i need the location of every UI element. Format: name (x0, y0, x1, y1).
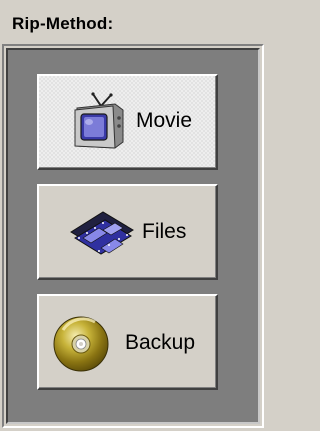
film-strip-icon (70, 211, 134, 255)
tv-icon (74, 92, 124, 149)
rip-method-button-area: Movie Files Backup (6, 48, 260, 424)
backup-button-label: Backup (125, 331, 196, 354)
disc-icon (53, 316, 109, 372)
files-button[interactable]: Files (37, 184, 218, 280)
files-button-label: Files (142, 220, 187, 243)
rip-method-heading: Rip-Method: (12, 14, 114, 33)
movie-button[interactable]: Movie (37, 74, 218, 170)
backup-button[interactable]: Backup (37, 294, 218, 390)
rip-method-panel: Movie Files Backup (2, 44, 264, 428)
movie-button-label: Movie (136, 109, 193, 132)
